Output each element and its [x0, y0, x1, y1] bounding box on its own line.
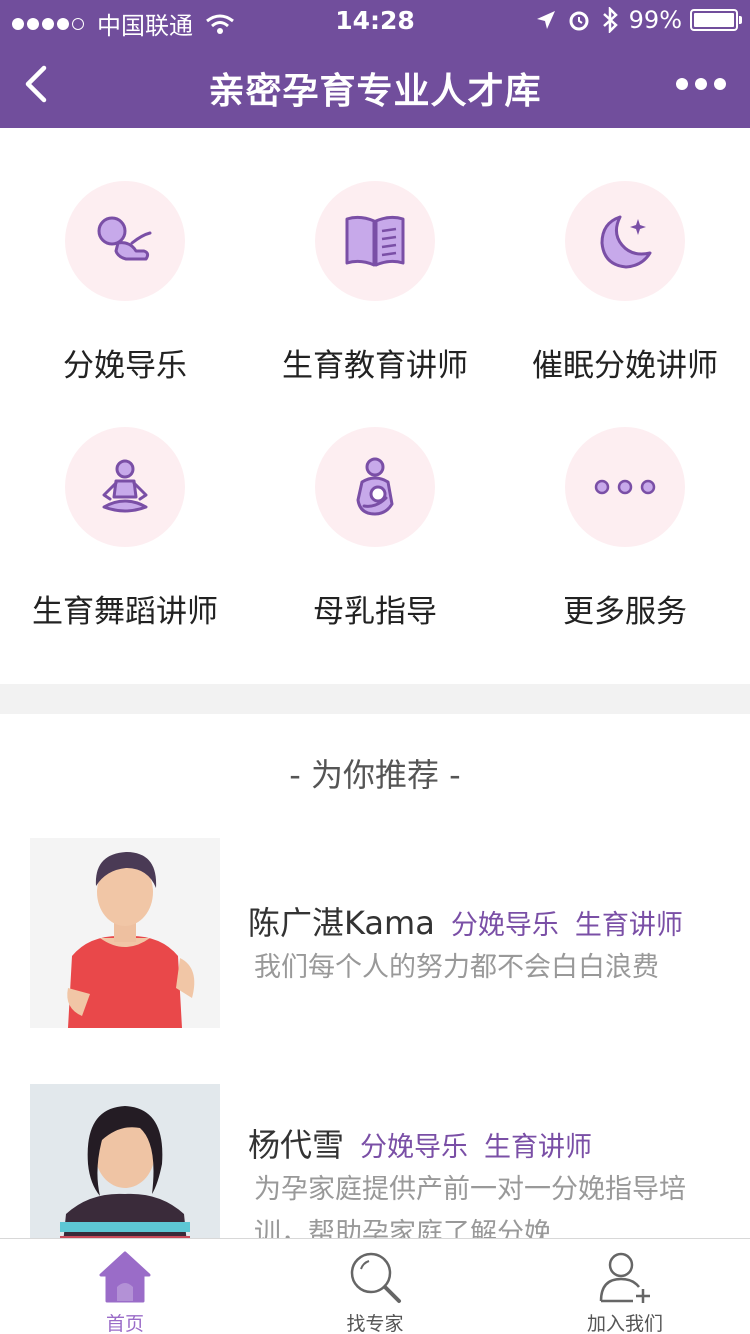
alarm-icon [569, 11, 589, 31]
breastfeeding-icon [356, 457, 394, 516]
section-divider [0, 684, 750, 714]
home-icon [99, 1251, 151, 1303]
status-right: 99% [535, 6, 742, 34]
expert-tag: 生育讲师 [484, 1132, 593, 1163]
service-label: 更多服务 [563, 594, 687, 630]
expert-description: 为孕家庭提供产前一对一分娩指导培训，帮助孕家庭了解分娩 [254, 1174, 686, 1238]
battery-percent: 99% [628, 6, 682, 34]
recommend-title: - 为你推荐 - [289, 756, 461, 794]
expert-description: 我们每个人的努力都不会白白浪费 [254, 952, 659, 983]
meditation-icon [102, 459, 148, 513]
more-dots-icon [594, 479, 656, 495]
expert-tag: 生育讲师 [574, 910, 683, 941]
expert-name-row: 杨代雪 分娩导乐 生育讲师 [248, 1120, 592, 1166]
tab-bar: 首页 找专家 加入我们 [0, 1238, 750, 1334]
nav-bar: 亲密孕育专业人才库 [0, 40, 750, 128]
top-bar: 中国联通 14:28 99% 亲密孕育专业人才库 [0, 0, 750, 128]
tab-label: 找专家 [346, 1313, 404, 1334]
tab-label: 首页 [105, 1313, 144, 1334]
tab-label: 加入我们 [586, 1313, 663, 1334]
service-item-more[interactable]: 更多服务 [500, 374, 750, 630]
baby-icon [97, 216, 152, 261]
service-item-breastfeeding[interactable]: 母乳指导 [250, 374, 500, 630]
tab-join-us[interactable]: 加入我们 [500, 1239, 750, 1334]
service-icon-circle [565, 181, 685, 301]
expert-card[interactable]: 杨代雪 分娩导乐 生育讲师 为孕家庭提供产前一对一分娩指导培训，帮助孕家庭了解分娩 [0, 1084, 750, 1238]
expert-name: 杨代雪 [248, 1126, 345, 1164]
location-arrow-icon [536, 11, 555, 29]
expert-photo [30, 838, 220, 1028]
service-icon-circle [565, 427, 685, 547]
tab-find-expert[interactable]: 找专家 [250, 1239, 500, 1334]
service-icon-circle [65, 427, 185, 547]
expert-name: 陈广湛Kama [248, 904, 435, 942]
expert-tag: 分娩导乐 [450, 910, 559, 941]
tab-home[interactable]: 首页 [0, 1239, 250, 1334]
service-item-birth-education[interactable]: 生育教育讲师 [250, 128, 500, 384]
service-label: 生育舞蹈讲师 [32, 594, 218, 630]
add-user-icon [599, 1252, 650, 1303]
more-button[interactable] [676, 70, 726, 98]
battery-icon [690, 9, 742, 31]
expert-card[interactable]: 陈广湛Kama 分娩导乐 生育讲师 我们每个人的努力都不会白白浪费 [0, 838, 750, 1038]
service-icon-circle [315, 181, 435, 301]
book-icon [345, 215, 405, 267]
service-grid: 分娩导乐 生育教育讲师 催眠分娩讲师 生育舞蹈讲师 母乳指导 更多服务 [0, 128, 750, 684]
page-title: 亲密孕育专业人才库 [208, 71, 542, 112]
service-item-delivery-doula[interactable]: 分娩导乐 [0, 128, 250, 384]
expert-photo [30, 1084, 220, 1238]
service-item-birth-dance[interactable]: 生育舞蹈讲师 [0, 374, 250, 630]
service-icon-circle [315, 427, 435, 547]
search-icon [350, 1252, 401, 1303]
status-bar: 中国联通 14:28 99% [0, 0, 750, 40]
expert-tag: 分娩导乐 [360, 1132, 469, 1163]
service-icon-circle [65, 181, 185, 301]
moon-icon [600, 215, 652, 269]
service-label: 母乳指导 [313, 594, 437, 630]
bluetooth-icon [602, 7, 618, 33]
expert-name-row: 陈广湛Kama 分娩导乐 生育讲师 [248, 898, 683, 944]
service-item-hypnobirthing[interactable]: 催眠分娩讲师 [500, 128, 750, 384]
